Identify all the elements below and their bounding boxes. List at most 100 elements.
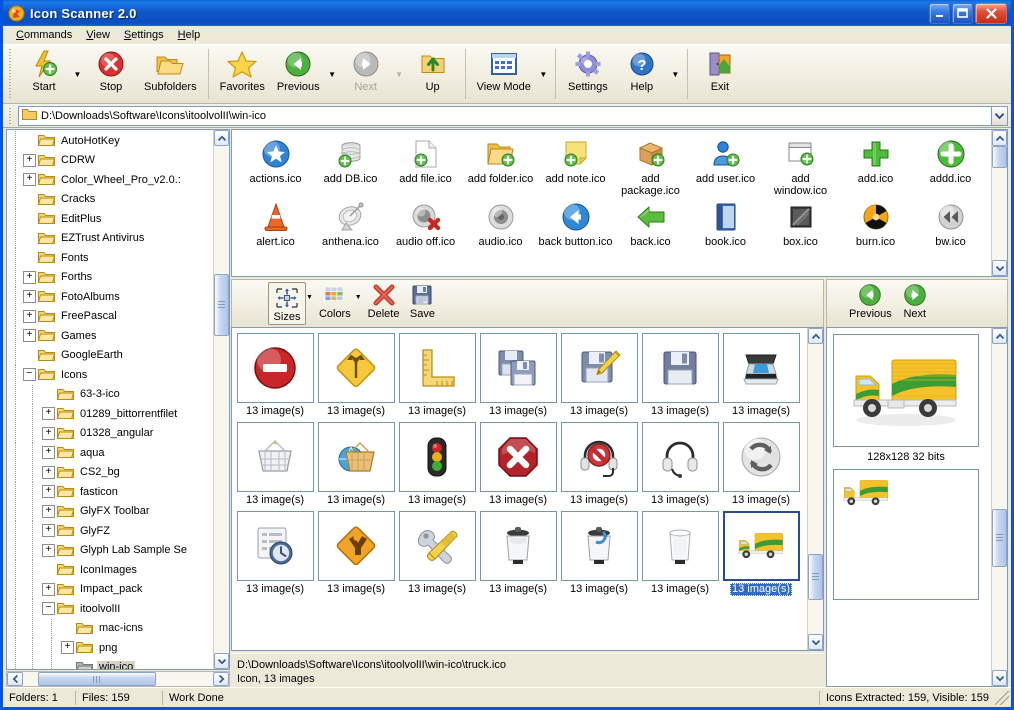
grid-item[interactable]: 13 image(s) [641, 511, 719, 596]
icon-file-item[interactable]: audio off.ico [388, 197, 463, 248]
preview-box[interactable]: 128x128 32 bits [826, 327, 1008, 687]
folder-tree-hscroll-track[interactable] [23, 672, 213, 686]
view-mode-button[interactable]: View Mode [471, 45, 537, 103]
tree-node-itoolvolii[interactable]: −itoolvolII [7, 599, 213, 619]
icon-file-item[interactable]: actions.ico [238, 134, 313, 197]
icon-file-item[interactable]: add window.ico [763, 134, 838, 197]
tree-node-63-3-ico[interactable]: 63-3-ico [7, 385, 213, 405]
icon-file-item[interactable]: book.ico [688, 197, 763, 248]
tree-node-iconimages[interactable]: IconImages [7, 560, 213, 580]
tree-node-forths[interactable]: +Forths [7, 268, 213, 288]
tree-node-freepascal[interactable]: +FreePascal [7, 307, 213, 327]
scroll-left-icon[interactable] [7, 672, 23, 686]
next-button[interactable]: Next [339, 45, 393, 103]
start-button[interactable]: Start [17, 45, 71, 103]
tree-node-png[interactable]: +png [7, 638, 213, 658]
maximize-button[interactable] [952, 3, 973, 24]
colors-button[interactable]: Colors [315, 280, 355, 327]
tree-expand-icon[interactable]: + [42, 544, 55, 557]
tree-expand-icon[interactable]: + [42, 446, 55, 459]
grid-item[interactable]: 13 image(s) [722, 422, 800, 507]
tree-node-autohotkey[interactable]: AutoHotKey [7, 131, 213, 151]
grid-scroll-thumb[interactable] [808, 554, 823, 600]
grid-item[interactable]: 13 image(s) [560, 333, 638, 418]
start-dropdown-arrow[interactable]: ▼ [71, 45, 84, 103]
icon-file-item[interactable]: add package.ico [613, 134, 688, 197]
colors-dropdown-arrow[interactable]: ▼ [355, 280, 364, 327]
grid-item[interactable]: 13 image(s) [479, 511, 557, 596]
preview-scrollbar[interactable] [991, 328, 1007, 686]
tree-node-win-ico[interactable]: win-ico [7, 658, 213, 670]
grid-item-selected[interactable]: 13 image(s) [722, 511, 800, 596]
tree-node-glyfx-toolbar[interactable]: +GlyFX Toolbar [7, 502, 213, 522]
previous-button[interactable]: Previous [271, 45, 326, 103]
grid-item[interactable]: 13 image(s) [479, 333, 557, 418]
next-dropdown-arrow[interactable]: ▼ [393, 45, 406, 103]
grid-item[interactable]: 13 image(s) [560, 422, 638, 507]
tree-collapse-icon[interactable]: − [23, 368, 36, 381]
scroll-up-icon[interactable] [214, 130, 229, 146]
tree-node-editplus[interactable]: EditPlus [7, 209, 213, 229]
tree-expand-icon[interactable]: + [23, 271, 36, 284]
grid-item[interactable]: 13 image(s) [236, 422, 314, 507]
tree-expand-icon[interactable]: + [42, 466, 55, 479]
tree-node-cracks[interactable]: Cracks [7, 190, 213, 210]
close-button[interactable] [975, 3, 1007, 24]
scroll-down-icon[interactable] [992, 260, 1007, 276]
tree-node-cs2-bg[interactable]: +CS2_bg [7, 463, 213, 483]
grid-item[interactable]: 13 image(s) [317, 422, 395, 507]
preview-next-button[interactable]: Next [896, 280, 934, 327]
sizes-dropdown-arrow[interactable]: ▼ [306, 280, 315, 327]
minimize-button[interactable] [929, 3, 950, 24]
icon-file-item[interactable]: burn.ico [838, 197, 913, 248]
icon-file-item[interactable]: audio.ico [463, 197, 538, 248]
tree-expand-icon[interactable]: + [23, 290, 36, 303]
icon-list-scrollbar[interactable] [991, 130, 1007, 276]
tree-node-cdrw[interactable]: +CDRW [7, 151, 213, 171]
folder-tree-scroll-track[interactable] [214, 146, 229, 653]
tree-node-fasticon[interactable]: +fasticon [7, 482, 213, 502]
preview-scroll-track[interactable] [992, 344, 1007, 670]
grid-scrollbar[interactable] [807, 328, 823, 650]
grid-item[interactable]: 13 image(s) [398, 333, 476, 418]
folder-tree-scroll-thumb[interactable] [214, 274, 229, 336]
tree-expand-icon[interactable]: + [42, 485, 55, 498]
exit-button[interactable]: Exit [693, 45, 747, 103]
delete-button[interactable]: Delete [364, 280, 404, 327]
address-bar-grip[interactable] [7, 108, 14, 124]
grid-item[interactable]: 13 image(s) [641, 422, 719, 507]
tree-expand-icon[interactable]: + [42, 427, 55, 440]
icon-file-item[interactable]: back button.ico [538, 197, 613, 248]
grid-scroll-track[interactable] [808, 344, 823, 634]
tree-expand-icon[interactable]: + [23, 173, 36, 186]
grid-item[interactable]: 13 image(s) [722, 333, 800, 418]
scroll-down-icon[interactable] [214, 653, 229, 669]
tree-node-impact-pack[interactable]: +Impact_pack [7, 580, 213, 600]
tree-expand-icon[interactable]: + [23, 154, 36, 167]
icon-file-item[interactable]: add DB.ico [313, 134, 388, 197]
tree-expand-icon[interactable]: + [61, 641, 74, 654]
preview-scroll-thumb[interactable] [992, 509, 1007, 567]
scroll-up-icon[interactable] [808, 328, 823, 344]
scroll-down-icon[interactable] [992, 670, 1007, 686]
icon-thumbnail-grid[interactable]: 13 image(s)13 image(s)13 image(s)13 imag… [231, 327, 824, 651]
tree-node-fonts[interactable]: Fonts [7, 248, 213, 268]
help-dropdown-arrow[interactable]: ▼ [669, 45, 682, 103]
grid-item[interactable]: 13 image(s) [560, 511, 638, 596]
scroll-down-icon[interactable] [808, 634, 823, 650]
icon-file-item[interactable]: box.ico [763, 197, 838, 248]
settings-button[interactable]: Settings [561, 45, 615, 103]
sizes-button[interactable]: Sizes [268, 282, 306, 325]
previous-dropdown-arrow[interactable]: ▼ [326, 45, 339, 103]
tree-expand-icon[interactable]: + [42, 505, 55, 518]
icon-file-item[interactable]: add note.ico [538, 134, 613, 197]
icon-file-item[interactable]: add file.ico [388, 134, 463, 197]
folder-tree-scrollbar[interactable] [213, 130, 229, 669]
scroll-up-icon[interactable] [992, 328, 1007, 344]
icon-file-item[interactable]: add folder.ico [463, 134, 538, 197]
resize-grip[interactable] [995, 691, 1009, 705]
icon-file-item[interactable]: add.ico [838, 134, 913, 197]
tree-node-01289-bittorrentfilet[interactable]: +01289_bittorrentfilet [7, 404, 213, 424]
view-mode-dropdown-arrow[interactable]: ▼ [537, 45, 550, 103]
menu-commands[interactable]: Commands [9, 27, 79, 43]
